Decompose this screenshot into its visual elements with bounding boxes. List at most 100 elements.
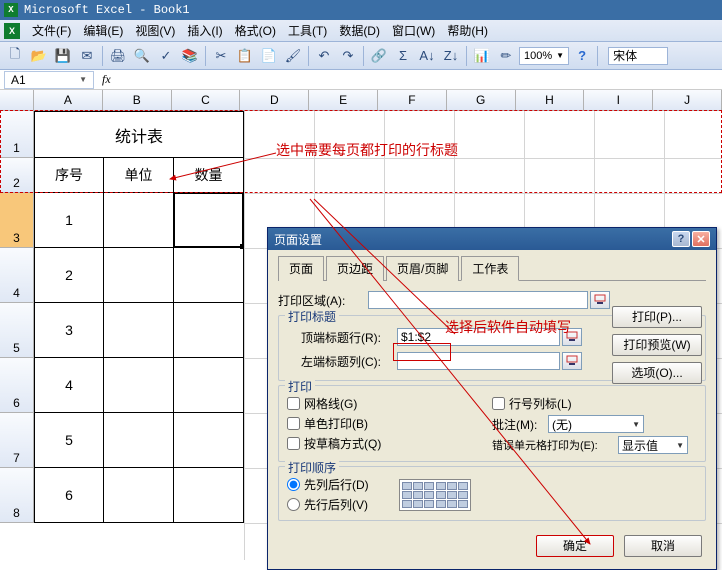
cell-r6c2[interactable] xyxy=(103,467,174,523)
cell-r2c2[interactable] xyxy=(103,247,174,303)
row-header-8[interactable]: 8 xyxy=(0,468,34,523)
cell-r1c1[interactable]: 1 xyxy=(34,192,104,248)
font-box[interactable]: 宋体 xyxy=(608,47,668,65)
cell-h1[interactable]: 序号 xyxy=(34,157,104,193)
error-select[interactable]: 显示值▼ xyxy=(618,436,688,454)
row-header-1[interactable]: 1 xyxy=(0,111,34,158)
chk-gridlines[interactable]: 网格线(G) xyxy=(287,395,492,412)
chk-draft[interactable]: 按草稿方式(Q) xyxy=(287,435,492,452)
cell-r4c1[interactable]: 4 xyxy=(34,357,104,413)
help-button-icon[interactable]: ? xyxy=(672,231,690,247)
comment-select[interactable]: (无)▼ xyxy=(548,415,644,433)
sort-asc-icon[interactable]: A↓ xyxy=(416,45,438,67)
row-header-5[interactable]: 5 xyxy=(0,303,34,358)
undo-icon[interactable]: ↶ xyxy=(313,45,335,67)
cell-r2c3[interactable] xyxy=(173,247,244,303)
tab-sheet[interactable]: 工作表 xyxy=(461,256,519,281)
cell-r6c3[interactable] xyxy=(173,467,244,523)
print-button[interactable]: 打印(P)... xyxy=(612,306,702,328)
col-header-C[interactable]: C xyxy=(172,90,241,111)
col-header-D[interactable]: D xyxy=(240,90,309,111)
print-icon[interactable]: 🖨 xyxy=(107,45,129,67)
left-col-input[interactable] xyxy=(397,352,560,370)
preview-icon[interactable]: 🔍 xyxy=(131,45,153,67)
drawing-icon[interactable]: ✏ xyxy=(495,45,517,67)
menu-help[interactable]: 帮助(H) xyxy=(441,22,494,39)
cell-h2[interactable]: 单位 xyxy=(103,157,174,193)
radio-over-down[interactable]: 先行后列(V) xyxy=(287,496,369,513)
menu-file[interactable]: 文件(F) xyxy=(26,22,77,39)
sort-desc-icon[interactable]: Z↓ xyxy=(440,45,462,67)
chart-icon[interactable]: 📊 xyxy=(471,45,493,67)
save-icon[interactable]: 💾 xyxy=(52,45,74,67)
cell-r4c3[interactable] xyxy=(173,357,244,413)
collapse-icon[interactable] xyxy=(562,352,582,370)
row-header-4[interactable]: 4 xyxy=(0,248,34,303)
open-icon[interactable]: 📂 xyxy=(28,45,50,67)
cell-h3[interactable]: 数量 xyxy=(173,157,244,193)
tab-header[interactable]: 页眉/页脚 xyxy=(386,256,459,281)
col-header-F[interactable]: F xyxy=(378,90,447,111)
tab-page[interactable]: 页面 xyxy=(278,256,324,281)
cell-r5c2[interactable] xyxy=(103,412,174,468)
col-header-B[interactable]: B xyxy=(103,90,172,111)
redo-icon[interactable]: ↷ xyxy=(337,45,359,67)
ok-button[interactable]: 确定 xyxy=(536,535,614,557)
cancel-button[interactable]: 取消 xyxy=(624,535,702,557)
mail-icon[interactable]: ✉ xyxy=(76,45,98,67)
menu-view[interactable]: 视图(V) xyxy=(129,22,181,39)
menu-format[interactable]: 格式(O) xyxy=(229,22,282,39)
cell-r2c1[interactable]: 2 xyxy=(34,247,104,303)
options-button[interactable]: 选项(O)... xyxy=(612,362,702,384)
fx-icon[interactable]: fx xyxy=(102,72,111,87)
name-box[interactable]: A1 ▼ xyxy=(4,71,94,89)
menu-data[interactable]: 数据(D) xyxy=(333,22,386,39)
cell-r5c1[interactable]: 5 xyxy=(34,412,104,468)
menu-window[interactable]: 窗口(W) xyxy=(386,22,441,39)
print-area-input[interactable] xyxy=(368,291,588,309)
col-header-H[interactable]: H xyxy=(516,90,585,111)
spell-icon[interactable]: ✓ xyxy=(155,45,177,67)
chk-rowcol[interactable]: 行号列标(L) xyxy=(492,395,697,412)
col-header-E[interactable]: E xyxy=(309,90,378,111)
row-header-6[interactable]: 6 xyxy=(0,358,34,413)
cell-r6c1[interactable]: 6 xyxy=(34,467,104,523)
select-all-corner[interactable] xyxy=(0,90,34,111)
dialog-titlebar[interactable]: 页面设置 ? ✕ xyxy=(268,228,716,250)
cell-r3c2[interactable] xyxy=(103,302,174,358)
active-cell[interactable] xyxy=(173,192,244,248)
cell-title[interactable]: 统计表 xyxy=(34,111,244,158)
cell-r4c2[interactable] xyxy=(103,357,174,413)
cell-r3c3[interactable] xyxy=(173,302,244,358)
menu-edit[interactable]: 编辑(E) xyxy=(77,22,129,39)
preview-button[interactable]: 打印预览(W) xyxy=(612,334,702,356)
menu-tools[interactable]: 工具(T) xyxy=(282,22,333,39)
cell-r1c2[interactable] xyxy=(103,192,174,248)
new-icon[interactable]: 🗋 xyxy=(4,45,26,67)
help-icon[interactable]: ? xyxy=(571,45,593,67)
row-header-2[interactable]: 2 xyxy=(0,158,34,193)
row-header-3[interactable]: 3 xyxy=(0,193,34,248)
chk-mono[interactable]: 单色打印(B) xyxy=(287,415,492,432)
cut-icon[interactable]: ✂ xyxy=(210,45,232,67)
col-header-A[interactable]: A xyxy=(34,90,103,111)
paste-icon[interactable]: 📄 xyxy=(258,45,280,67)
col-header-J[interactable]: J xyxy=(653,90,722,111)
chevron-down-icon[interactable]: ▼ xyxy=(79,75,87,84)
collapse-icon[interactable] xyxy=(590,291,610,309)
col-header-G[interactable]: G xyxy=(447,90,516,111)
research-icon[interactable]: 📚 xyxy=(179,45,201,67)
close-icon[interactable]: ✕ xyxy=(692,231,710,247)
cell-r3c1[interactable]: 3 xyxy=(34,302,104,358)
col-header-I[interactable]: I xyxy=(584,90,653,111)
menu-insert[interactable]: 插入(I) xyxy=(181,22,228,39)
sum-icon[interactable]: Σ xyxy=(392,45,414,67)
row-header-7[interactable]: 7 xyxy=(0,413,34,468)
link-icon[interactable]: 🔗 xyxy=(368,45,390,67)
format-painter-icon[interactable]: 🖌 xyxy=(282,45,304,67)
cell-r5c3[interactable] xyxy=(173,412,244,468)
copy-icon[interactable]: 📋 xyxy=(234,45,256,67)
zoom-box[interactable]: 100%▼ xyxy=(519,47,569,65)
tab-margin[interactable]: 页边距 xyxy=(326,256,384,281)
radio-down-over[interactable]: 先列后行(D) xyxy=(287,476,369,493)
